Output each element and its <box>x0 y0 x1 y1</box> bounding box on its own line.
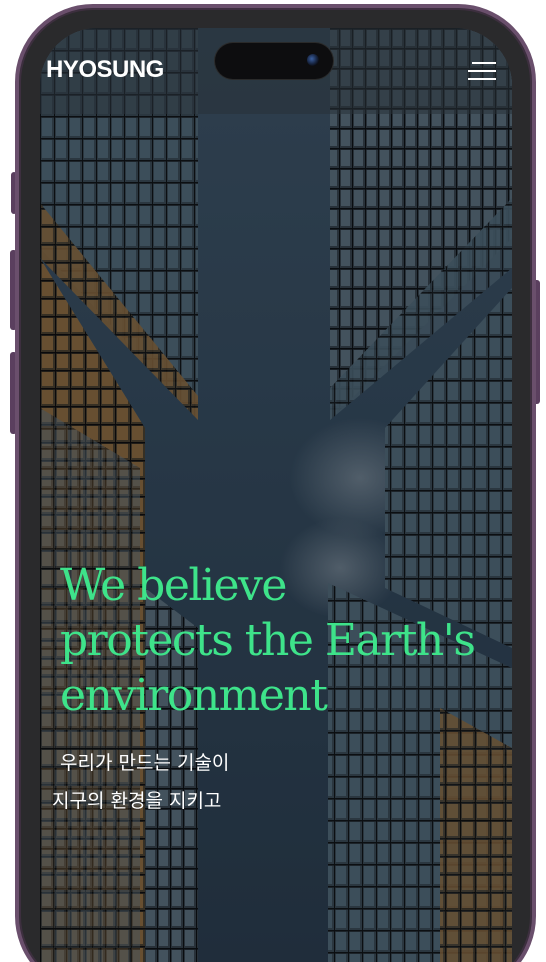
dynamic-island <box>215 43 333 79</box>
phone-screen: HYOSUNG We believe protects the Earth's … <box>40 28 512 962</box>
hamburger-menu-icon[interactable] <box>468 62 498 80</box>
hero-title: We believe protects the Earth's environm… <box>60 558 500 723</box>
hero-subtitle-line: 우리가 만드는 기술이 <box>60 752 230 774</box>
hero-title-line: protects the Earth's <box>60 615 476 666</box>
device-mockup: HYOSUNG We believe protects the Earth's … <box>0 0 546 962</box>
hero-subtitle-line: 지구의 환경을 지키고 <box>52 790 222 812</box>
hero-title-line: We believe <box>60 560 287 611</box>
hero-background-image <box>40 28 512 962</box>
hyosung-logo[interactable]: HYOSUNG <box>46 58 164 82</box>
front-camera-icon <box>307 54 319 66</box>
hero-title-line: environment <box>60 670 328 721</box>
hero-subtitle: 우리가 만드는 기술이 지구의 환경을 지키고 <box>52 744 492 820</box>
